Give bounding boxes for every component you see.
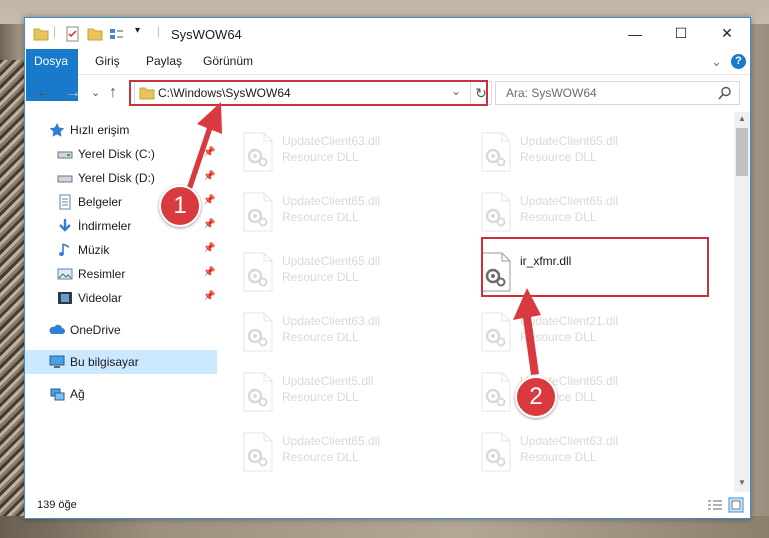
arrow-2 [513,288,541,375]
desktop-background-photo [0,60,24,530]
step-2-badge: 2 [515,376,557,418]
annotation-arrows [185,102,541,375]
desktop-background-bottom [0,516,769,538]
file-explorer-window: | ▾ | SysWOW64 — ☐ ✕ Dosya Giriş Paylaş … [24,17,751,519]
arrow-1 [185,102,222,195]
step-1-badge: 1 [159,185,201,227]
